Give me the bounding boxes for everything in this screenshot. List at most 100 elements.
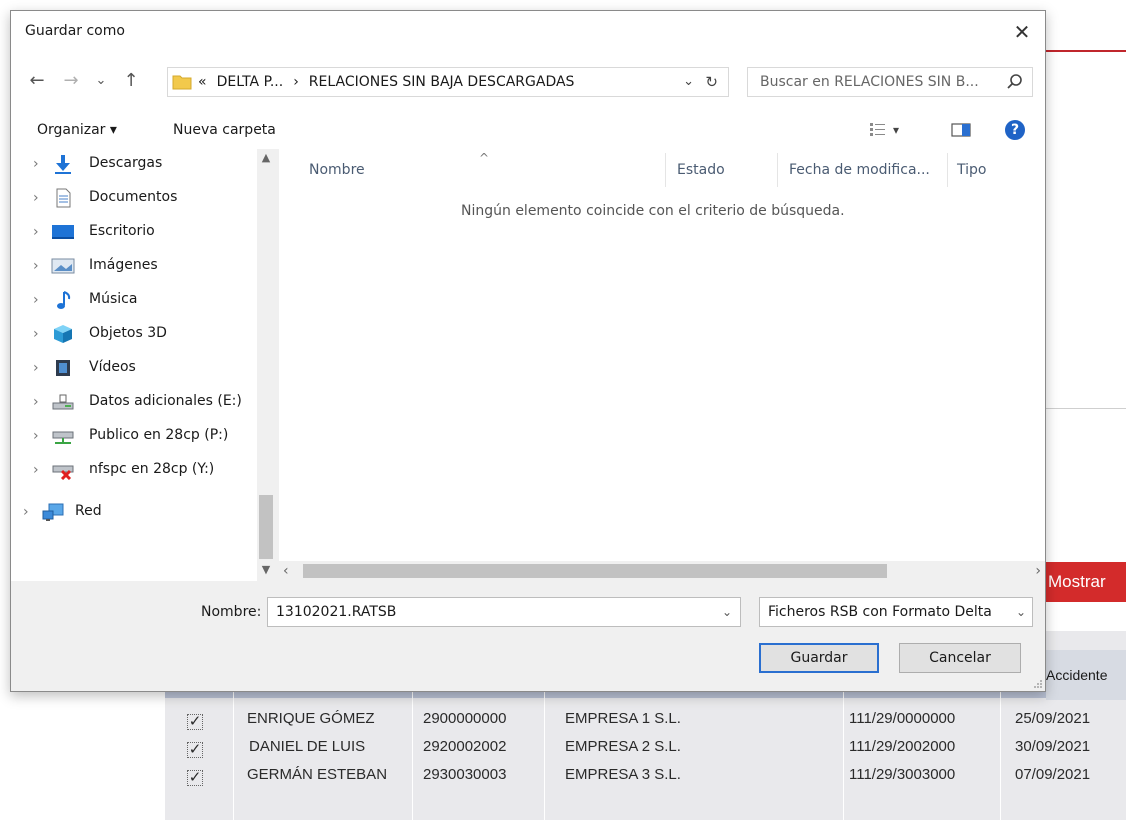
organize-button[interactable]: Organizar ▾ — [37, 113, 117, 147]
sidebar-item-drive-p[interactable]: › Publico en 28cp (P:) — [11, 421, 259, 451]
column-header-status[interactable]: Estado — [677, 159, 725, 181]
file-name-label: Nombre: — [201, 604, 262, 620]
sidebar-item-label: Datos adicionales (E:) — [89, 393, 242, 409]
row-checkbox[interactable]: ✓ — [187, 714, 203, 730]
scroll-up-icon[interactable]: ▲ — [257, 151, 275, 164]
row-name: GERMÁN ESTEBAN — [247, 766, 388, 783]
row-company: EMPRESA 2 S.L. — [565, 738, 681, 755]
pictures-icon — [51, 258, 75, 274]
save-button[interactable]: Guardar — [759, 643, 879, 673]
sidebar-item-network[interactable]: › Red — [11, 497, 259, 527]
row-company: EMPRESA 1 S.L. — [565, 710, 681, 727]
chevron-right-icon[interactable]: › — [33, 183, 39, 213]
table-header-strip — [165, 692, 1126, 698]
refresh-icon[interactable]: ↻ — [705, 68, 718, 96]
chevron-right-icon[interactable]: › — [33, 353, 39, 383]
forward-button[interactable]: → — [59, 69, 83, 93]
recent-locations-button[interactable]: ⌄ — [91, 69, 111, 93]
chevron-right-icon[interactable]: › — [33, 285, 39, 315]
sidebar-item-drive-e[interactable]: › Datos adicionales (E:) — [11, 387, 259, 417]
file-type-select[interactable]: Ficheros RSB con Formato Delta ⌄ — [759, 597, 1033, 627]
chevron-down-icon[interactable]: ⌄ — [1013, 598, 1026, 626]
video-icon — [56, 360, 70, 376]
desktop-icon — [52, 225, 74, 239]
new-folder-button[interactable]: Nueva carpeta — [173, 113, 276, 147]
search-box[interactable]: Buscar en RELACIONES SIN B... — [747, 67, 1033, 97]
scroll-down-icon[interactable]: ▼ — [257, 563, 275, 576]
sidebar-item-pictures[interactable]: › Imágenes — [11, 251, 259, 281]
column-header-name[interactable]: Nombre — [309, 159, 365, 181]
sidebar-item-downloads[interactable]: › Descargas — [11, 149, 259, 179]
chevron-right-icon[interactable]: › — [33, 319, 39, 349]
column-divider[interactable] — [947, 153, 948, 187]
chevron-down-icon[interactable]: ⌄ — [722, 598, 732, 626]
address-dropdown-icon[interactable]: ⌄ — [683, 68, 694, 96]
search-icon[interactable] — [1006, 72, 1024, 92]
navigation-bar: ← → ⌄ ↑ « DELTA P... › RELACIONES SIN BAJA … — [11, 55, 1045, 113]
file-list-scrollbar[interactable]: ‹ › — [279, 561, 1045, 581]
navigation-pane: › Descargas › Documentos › Escritorio › … — [11, 149, 275, 581]
view-dropdown-icon[interactable]: ▾ — [893, 113, 899, 147]
folder-icon — [172, 75, 192, 90]
chevron-right-icon[interactable]: › — [33, 455, 39, 485]
file-type-value[interactable]: Ficheros RSB con Formato Delta — [768, 598, 1014, 626]
sidebar-item-desktop[interactable]: › Escritorio — [11, 217, 259, 247]
column-divider[interactable] — [777, 153, 778, 187]
scrollbar-thumb[interactable] — [303, 564, 887, 578]
view-options-icon[interactable] — [869, 121, 887, 139]
sidebar-item-music[interactable]: › Música — [11, 285, 259, 315]
sidebar-item-3d-objects[interactable]: › Objetos 3D — [11, 319, 259, 349]
address-bar[interactable]: « DELTA P... › RELACIONES SIN BAJA DESCARGA… — [167, 67, 729, 97]
show-button[interactable]: Mostrar — [1046, 562, 1126, 602]
sidebar-item-label: nfspc en 28cp (Y:) — [89, 461, 215, 477]
breadcrumb-item[interactable]: RELACIONES SIN BAJA DESCARGADAS — [309, 74, 575, 90]
sidebar-item-documents[interactable]: › Documentos — [11, 183, 259, 213]
network-icon — [42, 503, 64, 521]
preview-pane-icon[interactable] — [951, 121, 971, 139]
column-header-accident[interactable]: Accidente — [1046, 650, 1126, 700]
document-icon — [56, 188, 71, 208]
search-input[interactable]: Buscar en RELACIONES SIN B... — [760, 68, 979, 96]
close-button[interactable]: ✕ — [1005, 17, 1039, 47]
cancel-button[interactable]: Cancelar — [899, 643, 1021, 673]
chevron-right-icon[interactable]: › — [33, 421, 39, 451]
sidebar-item-label: Imágenes — [89, 257, 158, 273]
sidebar-item-label: Música — [89, 291, 138, 307]
network-drive-icon — [52, 431, 74, 444]
chevron-right-icon[interactable]: › — [23, 497, 29, 527]
back-button[interactable]: ← — [25, 69, 49, 93]
sidebar-item-label: Descargas — [89, 155, 163, 171]
sort-ascending-icon: ^ — [479, 151, 490, 165]
scrollbar-thumb[interactable] — [259, 495, 273, 559]
column-header-modified[interactable]: Fecha de modifica... — [789, 159, 930, 181]
sidebar-item-label: Escritorio — [89, 223, 155, 239]
resize-grip-icon[interactable] — [1033, 679, 1043, 689]
chevron-right-icon[interactable]: › — [33, 387, 39, 417]
column-header-type[interactable]: Tipo — [957, 159, 986, 181]
chevron-right-icon[interactable]: › — [33, 251, 39, 281]
dialog-title: Guardar como — [25, 23, 125, 39]
chevron-right-icon[interactable]: › — [33, 149, 39, 179]
sidebar-item-videos[interactable]: › Vídeos — [11, 353, 259, 383]
row-checkbox[interactable]: ✓ — [187, 770, 203, 786]
scroll-left-icon[interactable]: ‹ — [283, 561, 289, 581]
row-name: ENRIQUE GÓMEZ — [247, 710, 375, 727]
scroll-right-icon[interactable]: › — [1035, 561, 1041, 581]
column-divider[interactable] — [665, 153, 666, 187]
sidebar-item-drive-y[interactable]: › nfspc en 28cp (Y:) — [11, 455, 259, 485]
breadcrumb-item[interactable]: DELTA P... — [217, 74, 284, 90]
breadcrumb-separator[interactable]: › — [293, 74, 299, 90]
nav-pane-scrollbar[interactable]: ▲ ▼ — [257, 149, 275, 581]
up-button[interactable]: ↑ — [119, 69, 143, 93]
row-checkbox[interactable]: ✓ — [187, 742, 203, 758]
title-bar[interactable]: Guardar como ✕ — [11, 11, 1045, 55]
table-row: ✓ GERMÁN ESTEBAN 2930030003 EMPRESA 3 S.… — [165, 764, 1126, 790]
file-name-input[interactable]: 13102021.RATSB ⌄ — [267, 597, 741, 627]
chevron-right-icon[interactable]: › — [33, 217, 39, 247]
breadcrumb: « DELTA P... › RELACIONES SIN BAJA DESCARGA… — [198, 68, 584, 96]
table-row: ✓ ENRIQUE GÓMEZ 2900000000 EMPRESA 1 S.L… — [165, 708, 1126, 734]
help-icon[interactable]: ? — [1005, 120, 1025, 140]
file-name-value[interactable]: 13102021.RATSB — [276, 598, 396, 626]
drive-icon — [52, 394, 74, 410]
breadcrumb-overflow[interactable]: « — [198, 74, 207, 90]
